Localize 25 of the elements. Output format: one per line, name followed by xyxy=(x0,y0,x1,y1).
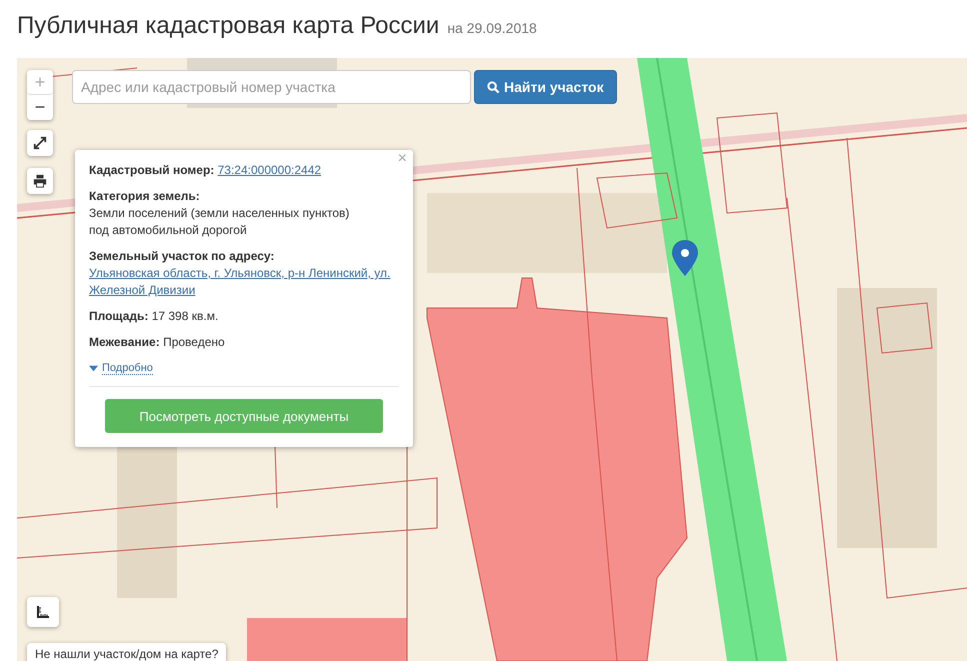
not-found-hint[interactable]: Не нашли участок/дом на карте? xyxy=(27,643,226,661)
field-label: Кадастровый номер: xyxy=(89,163,214,177)
field-value: 17 398 кв.м. xyxy=(152,309,218,323)
fullscreen-button[interactable] xyxy=(27,130,53,156)
field-value: Проведено xyxy=(163,335,225,349)
info-link[interactable]: 73:24:000000:2442 xyxy=(218,163,322,177)
date-text: на 29.09.2018 xyxy=(447,20,537,36)
search-icon xyxy=(487,80,500,94)
zoom-out-button[interactable]: − xyxy=(27,95,53,120)
print-button[interactable] xyxy=(27,168,53,194)
location-marker-icon xyxy=(672,240,698,276)
expand-icon xyxy=(33,136,47,150)
print-icon xyxy=(33,174,47,188)
page-title: Публичная кадастровая карта России xyxy=(17,12,440,40)
field-label: Категория земель: xyxy=(89,189,200,203)
search-field[interactable]: Адрес или кадастровый номер участка xyxy=(72,70,471,104)
ruler-icon xyxy=(35,604,51,620)
field-label: Земельный участок по адресу: xyxy=(89,249,274,263)
field-label: Площадь: xyxy=(89,309,148,323)
field-label: Межевание: xyxy=(89,335,160,349)
details-link[interactable]: Подробно xyxy=(89,362,153,375)
ruler-button[interactable] xyxy=(27,597,59,627)
field-value: Земли поселений (земли населенных пунктов) под автомобильной дорогой xyxy=(89,205,350,239)
info-link[interactable]: Ульяновская область, г. Ульяновск, р-н Ленинский, ул. Железной Дивизии xyxy=(89,265,399,299)
find-button[interactable]: Найти участок xyxy=(474,70,617,104)
